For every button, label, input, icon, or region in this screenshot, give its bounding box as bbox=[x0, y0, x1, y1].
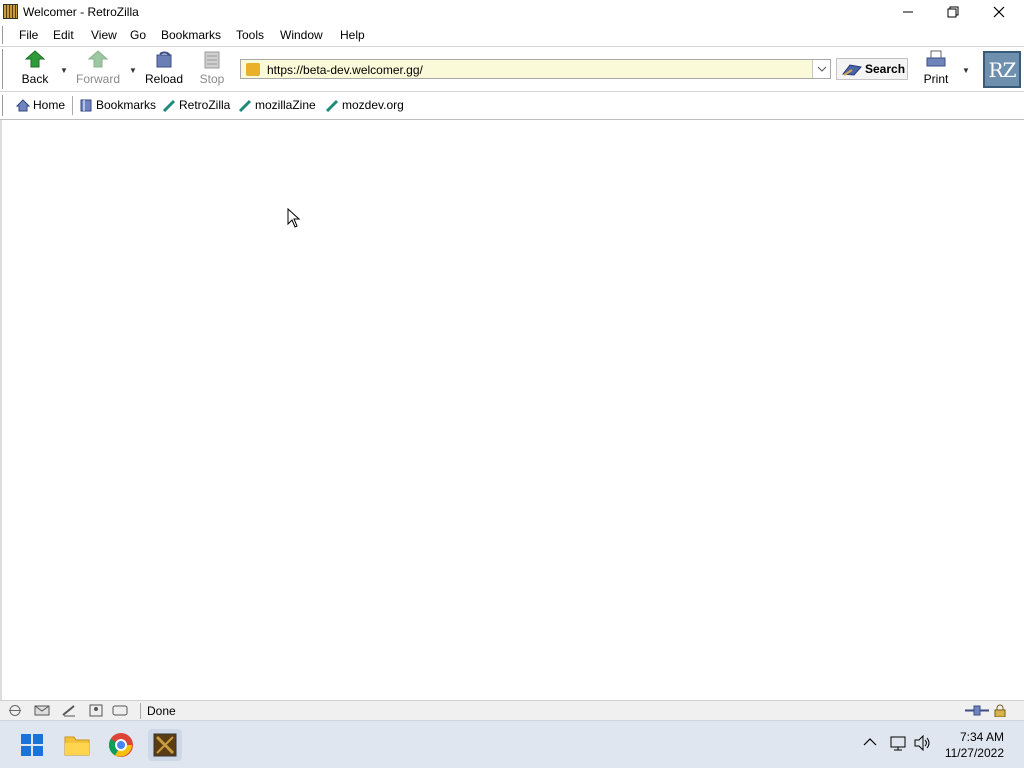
menu-bar: File Edit View Go Bookmarks Tools Window… bbox=[0, 24, 1024, 47]
search-label: Search bbox=[865, 62, 906, 76]
navigator-component-icon[interactable] bbox=[7, 704, 23, 717]
taskbar-clock-time[interactable]: 7:34 AM bbox=[960, 730, 1004, 744]
menu-help[interactable]: Help bbox=[340, 28, 365, 42]
menu-tools[interactable]: Tools bbox=[236, 28, 264, 42]
composer-component-icon[interactable] bbox=[61, 704, 77, 717]
menu-bookmarks[interactable]: Bookmarks bbox=[161, 28, 221, 42]
home-icon bbox=[16, 98, 30, 111]
back-label: Back bbox=[21, 72, 49, 86]
print-options-dropdown[interactable]: ▼ bbox=[962, 66, 970, 75]
bookmark-retrozilla[interactable]: RetroZilla bbox=[162, 98, 230, 112]
menu-file[interactable]: File bbox=[19, 28, 38, 42]
mouse-cursor-icon bbox=[287, 208, 301, 228]
reload-icon bbox=[156, 51, 172, 68]
restore-button[interactable] bbox=[930, 0, 976, 24]
mail-component-icon[interactable] bbox=[34, 704, 50, 717]
bookmark-mozdev[interactable]: mozdev.org bbox=[325, 98, 404, 112]
bookmark-mozdev-label: mozdev.org bbox=[342, 98, 404, 112]
print-label: Print bbox=[923, 72, 949, 86]
restore-icon bbox=[947, 6, 959, 18]
status-bar: Done bbox=[0, 700, 1024, 720]
bookmark-home-label: Home bbox=[33, 98, 66, 112]
chrome-taskbar-button[interactable] bbox=[104, 729, 138, 761]
address-book-component-icon[interactable] bbox=[88, 704, 104, 717]
navbar-grip[interactable] bbox=[2, 49, 7, 89]
reload-button[interactable]: Reload bbox=[143, 50, 185, 90]
page-content-area[interactable] bbox=[0, 120, 1024, 700]
volume-icon[interactable] bbox=[914, 735, 932, 751]
retrozilla-app-icon bbox=[3, 4, 18, 19]
bookmark-link-icon bbox=[325, 99, 339, 112]
bookmarks-separator bbox=[72, 96, 73, 115]
chevron-down-icon bbox=[817, 66, 826, 72]
bookmark-retrozilla-label: RetroZilla bbox=[179, 98, 231, 112]
bookmark-link-icon bbox=[238, 99, 252, 112]
windows-logo-icon bbox=[21, 734, 43, 756]
online-connection-icon[interactable] bbox=[964, 704, 990, 717]
personal-toolbar-grip[interactable] bbox=[2, 95, 7, 116]
minimize-button[interactable] bbox=[885, 0, 931, 24]
search-button[interactable]: Search bbox=[836, 58, 908, 80]
print-button[interactable]: Print bbox=[918, 50, 954, 90]
personal-toolbar: Home Bookmarks RetroZilla mozillaZine mo… bbox=[0, 92, 1024, 120]
search-icon bbox=[842, 64, 862, 76]
address-bar[interactable]: https://beta-dev.welcomer.gg/ bbox=[240, 59, 831, 79]
bookmark-home[interactable]: Home bbox=[16, 98, 65, 112]
minimize-icon bbox=[903, 11, 913, 13]
security-lock-icon[interactable] bbox=[992, 704, 1008, 717]
menubar-grip[interactable] bbox=[2, 26, 7, 44]
bookmarks-book-icon bbox=[80, 99, 92, 111]
site-security-icon bbox=[246, 63, 260, 76]
back-button[interactable]: Back bbox=[16, 50, 54, 90]
retrozilla-icon bbox=[153, 733, 177, 757]
forward-history-dropdown[interactable]: ▼ bbox=[129, 66, 137, 75]
menu-view[interactable]: View bbox=[91, 28, 117, 42]
bookmark-bookmarks-label: Bookmarks bbox=[96, 98, 157, 112]
forward-label: Forward bbox=[75, 72, 120, 86]
forward-button[interactable]: Forward bbox=[74, 50, 122, 90]
start-button[interactable] bbox=[15, 729, 49, 761]
close-button[interactable] bbox=[976, 0, 1022, 24]
stop-button[interactable]: Stop bbox=[195, 50, 229, 90]
title-bar: Welcomer - RetroZilla bbox=[0, 0, 1024, 24]
status-text: Done bbox=[147, 704, 176, 718]
navigation-toolbar: Back ▼ Forward ▼ Reload Stop https://bet… bbox=[0, 47, 1024, 92]
retrozilla-taskbar-button[interactable] bbox=[148, 729, 182, 761]
menu-go[interactable]: Go bbox=[130, 28, 146, 42]
bookmark-bookmarks[interactable]: Bookmarks bbox=[79, 98, 156, 112]
chrome-icon bbox=[108, 733, 133, 757]
menu-window[interactable]: Window bbox=[280, 28, 323, 42]
address-url-text[interactable]: https://beta-dev.welcomer.gg/ bbox=[267, 63, 423, 77]
chevron-up-icon[interactable] bbox=[863, 737, 877, 747]
stop-label: Stop bbox=[199, 72, 225, 86]
file-explorer-taskbar-button[interactable] bbox=[60, 729, 94, 761]
network-icon[interactable] bbox=[890, 735, 908, 751]
back-history-dropdown[interactable]: ▼ bbox=[60, 66, 68, 75]
address-history-dropdown[interactable] bbox=[812, 60, 830, 78]
window-title: Welcomer - RetroZilla bbox=[23, 5, 139, 19]
close-icon bbox=[993, 6, 1005, 18]
chat-component-icon[interactable] bbox=[112, 704, 128, 717]
bookmark-mozillazine-label: mozillaZine bbox=[255, 98, 316, 112]
windows-taskbar: 7:34 AM 11/27/2022 bbox=[0, 720, 1024, 768]
forward-arrow-icon bbox=[87, 50, 109, 68]
reload-label: Reload bbox=[144, 72, 184, 86]
retrozilla-throbber-logo[interactable]: RZ bbox=[983, 51, 1021, 88]
folder-icon bbox=[64, 736, 90, 756]
menu-edit[interactable]: Edit bbox=[53, 28, 74, 42]
bookmark-mozillazine[interactable]: mozillaZine bbox=[238, 98, 316, 112]
taskbar-clock-date[interactable]: 11/27/2022 bbox=[945, 746, 1004, 760]
stop-icon bbox=[204, 51, 220, 69]
printer-icon bbox=[926, 50, 946, 67]
back-arrow-icon bbox=[24, 50, 46, 68]
bookmark-link-icon bbox=[162, 99, 176, 112]
status-separator bbox=[140, 703, 141, 719]
